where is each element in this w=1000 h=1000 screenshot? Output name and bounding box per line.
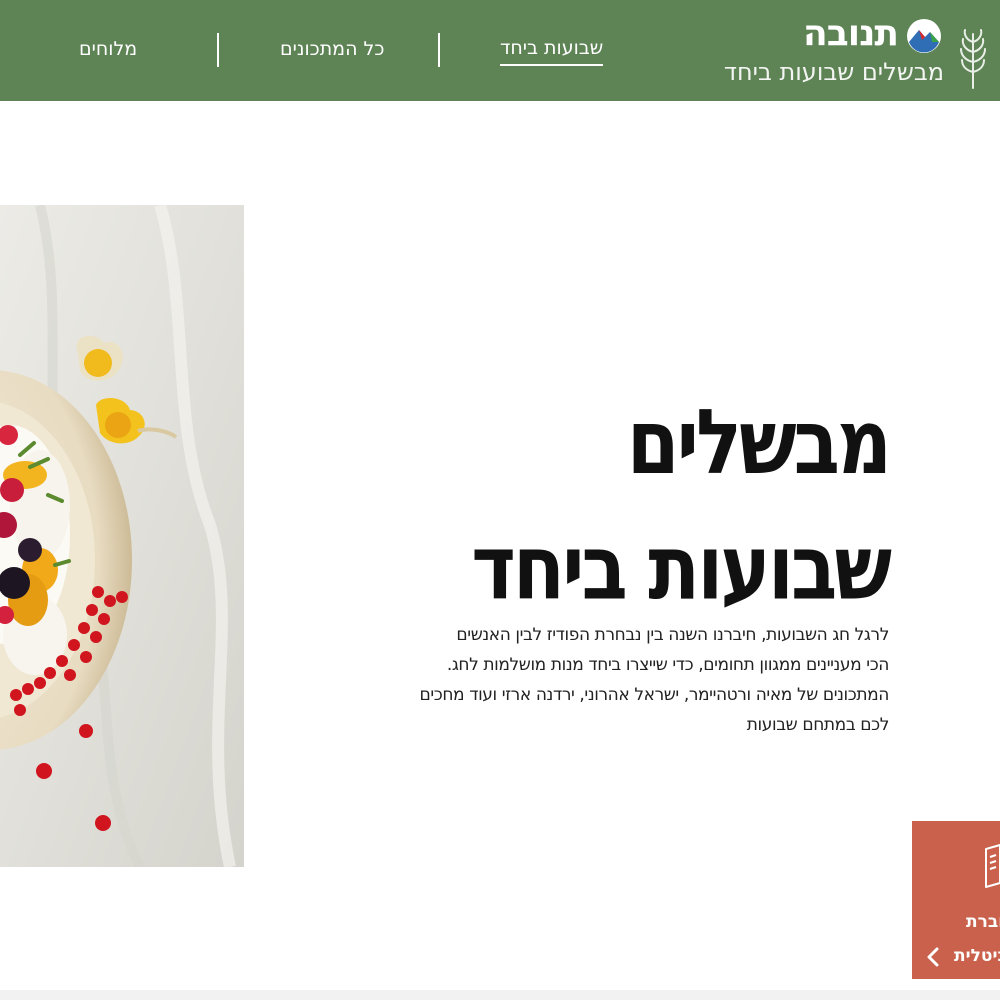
nav-item-shavuot-together[interactable]: שבועות ביחד [500, 34, 604, 66]
hero-description-line: המתכונים של מאיה ורטהיימר, ישראל אהרוני,… [419, 685, 889, 705]
logo-brand-name: תנובה [803, 13, 899, 54]
hero-image [0, 205, 244, 867]
digital-booklet-button[interactable]: וברת יגיטלית [912, 821, 1000, 979]
logo-mark-icon [907, 19, 941, 53]
hero-title: מבשלים שבועות ביחד [429, 380, 892, 630]
hero-description-line: לכם במתחם שבועות [746, 715, 890, 735]
hero-description-line: לרגל חג השבועות, חיברנו השנה בין נבחרת ה… [456, 625, 889, 645]
hero-description: לרגל חג השבועות, חיברנו השנה בין נבחרת ה… [399, 620, 889, 740]
nav-separator [217, 33, 219, 67]
booklet-icon [985, 844, 1000, 888]
hero-title-line-2: שבועות ביחד [471, 514, 892, 620]
chevron-left-icon [927, 947, 939, 967]
booklet-label-line-2: יגיטלית [954, 946, 1000, 966]
nav-item-savory[interactable]: מלוחים [79, 34, 137, 64]
booklet-label-line-1: וברת [966, 912, 1000, 932]
site-logo[interactable]: תנובה מבשלים שבועות ביחד [724, 12, 990, 90]
wheat-icon [960, 29, 986, 89]
logo-tagline: מבשלים שבועות ביחד [723, 58, 944, 86]
main-nav: שבועות ביחד כל המתכונים מלוחים [0, 0, 700, 101]
page-bottom-strip [0, 990, 1000, 1000]
nav-separator [438, 33, 440, 67]
hero-description-line: הכי מעניינים ממגוון תחומים, כדי שייצרו ב… [446, 655, 890, 675]
pavlova-berries-image [0, 205, 244, 867]
hero-title-line-1: מבשלים [626, 389, 892, 495]
nav-item-all-recipes[interactable]: כל המתכונים [280, 34, 384, 64]
site-header: תנובה מבשלים שבועות ביחד שבועות ביחד כל … [0, 0, 1000, 101]
